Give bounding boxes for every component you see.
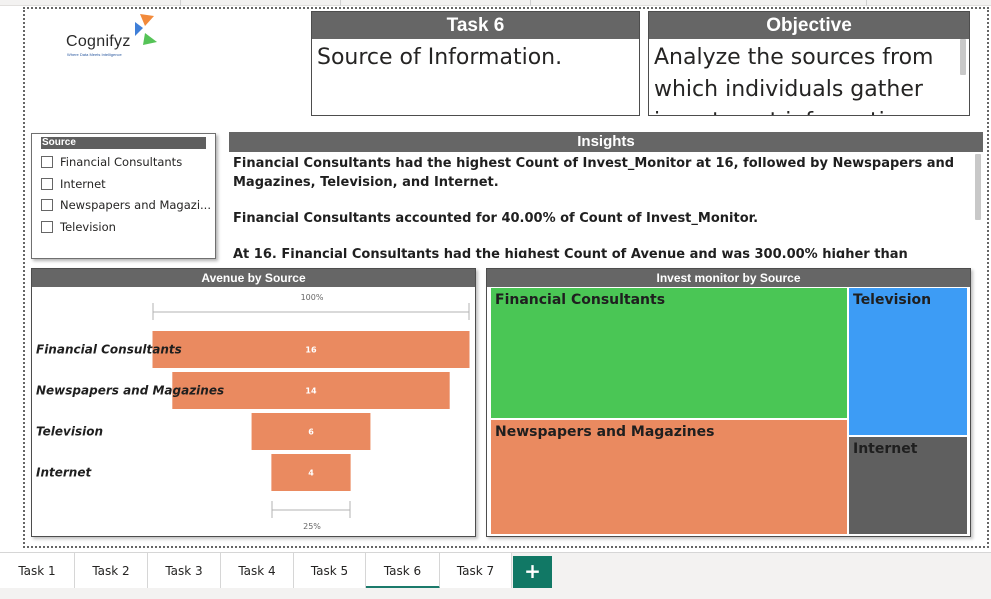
objective-card: Objective Analyze the sources from which… <box>648 11 970 116</box>
tab-task-4[interactable]: Task 4 <box>221 553 294 589</box>
funnel-plot: 16 Financial Consultants 14 Newspapers and … <box>36 293 470 531</box>
status-bar <box>0 588 991 599</box>
invest-monitor-treemap: Invest monitor by Source Financial Consu… <box>486 268 971 537</box>
slicer-item-label: Newspapers and Magazi... <box>60 198 211 212</box>
funnel-category-label: Internet <box>36 466 92 480</box>
logo-name: Cognifyz <box>66 33 131 50</box>
insights-panel: Insights Financial Consultants had the h… <box>229 132 983 258</box>
objective-card-body: Analyze the sources from which individua… <box>654 45 934 115</box>
slicer-item-label: Internet <box>60 177 106 191</box>
tab-task-2[interactable]: Task 2 <box>75 553 148 589</box>
insights-text: Financial Consultants had the highest Co… <box>233 154 971 258</box>
funnel-category-label: Financial Consultants <box>36 343 182 357</box>
ribbon-divider <box>340 0 341 6</box>
checkbox[interactable] <box>41 221 53 233</box>
slicer-title: Source <box>41 137 206 149</box>
slicer-item-label: Financial Consultants <box>60 155 183 169</box>
task-card: Task 6 Source of Information. <box>311 11 640 116</box>
task-card-body: Source of Information. <box>317 45 563 70</box>
source-slicer: Source Financial Consultants Internet Ne… <box>31 133 216 259</box>
funnel-data-label: 6 <box>308 428 314 437</box>
slicer-item-financial-consultants[interactable]: Financial Consultants <box>41 154 182 170</box>
add-page-button[interactable]: + <box>513 556 552 588</box>
page-tab-bar: Task 1 Task 2 Task 3 Task 4 Task 5 Task … <box>0 552 991 589</box>
tab-task-7[interactable]: Task 7 <box>440 553 512 589</box>
logo-triangles-icon <box>135 14 157 45</box>
tab-task-5[interactable]: Task 5 <box>294 553 366 589</box>
treemap-cell-television[interactable]: Television <box>848 287 968 436</box>
insights-scrollbar[interactable] <box>975 154 981 220</box>
treemap-cell-financial-consultants[interactable]: Financial Consultants <box>490 287 848 419</box>
task-card-title: Task 6 <box>312 12 639 39</box>
slicer-item-label: Television <box>60 220 116 234</box>
slicer-item-newspapers[interactable]: Newspapers and Magazi... <box>41 197 211 213</box>
checkbox[interactable] <box>41 178 53 190</box>
insight-paragraph: At 16, Financial Consultants had the hig… <box>233 247 908 258</box>
ribbon <box>0 0 991 6</box>
funnel-category-label: Newspapers and Magazines <box>36 384 224 398</box>
treemap-cell-label: Internet <box>853 441 918 457</box>
insight-paragraph: Financial Consultants accounted for 40.0… <box>233 211 759 226</box>
avenue-funnel-chart: Avenue by Source 16 Financial Consultants… <box>31 268 476 537</box>
company-logo: Cognifyz Where Data Meets Intelligence <box>65 14 165 60</box>
treemap-cell-newspapers-and-magazines[interactable]: Newspapers and Magazines <box>490 419 848 535</box>
ribbon-divider <box>530 0 531 6</box>
insight-paragraph: Financial Consultants had the highest Co… <box>233 156 955 190</box>
funnel-data-label: 14 <box>305 387 317 396</box>
ribbon-divider <box>180 0 181 6</box>
funnel-data-label: 4 <box>308 469 314 478</box>
checkbox[interactable] <box>41 199 53 211</box>
treemap-cell-label: Television <box>853 292 932 308</box>
slicer-item-internet[interactable]: Internet <box>41 176 106 192</box>
insights-title: Insights <box>229 132 983 152</box>
treemap-cell-label: Financial Consultants <box>495 292 666 308</box>
slicer-item-television[interactable]: Television <box>41 219 116 235</box>
objective-scrollbar[interactable] <box>960 39 966 75</box>
funnel-top-label: 100% <box>301 293 324 302</box>
checkbox[interactable] <box>41 156 53 168</box>
report-window: { "logo": { "name": "Cognifyz", "tagline… <box>0 0 991 599</box>
funnel-data-label: 16 <box>305 346 317 355</box>
treemap-title: Invest monitor by Source <box>487 269 970 287</box>
tab-task-3[interactable]: Task 3 <box>148 553 221 589</box>
logo-tagline: Where Data Meets Intelligence <box>67 52 122 57</box>
funnel-bottom-label: 25% <box>303 522 321 531</box>
funnel-title: Avenue by Source <box>32 269 475 287</box>
ribbon-divider <box>866 0 867 6</box>
tab-task-1[interactable]: Task 1 <box>0 553 75 589</box>
objective-card-title: Objective <box>649 12 969 39</box>
funnel-category-label: Television <box>36 425 103 439</box>
tab-task-6[interactable]: Task 6 <box>366 553 440 589</box>
treemap-cell-internet[interactable]: Internet <box>848 436 968 535</box>
treemap-cell-label: Newspapers and Magazines <box>495 424 715 440</box>
